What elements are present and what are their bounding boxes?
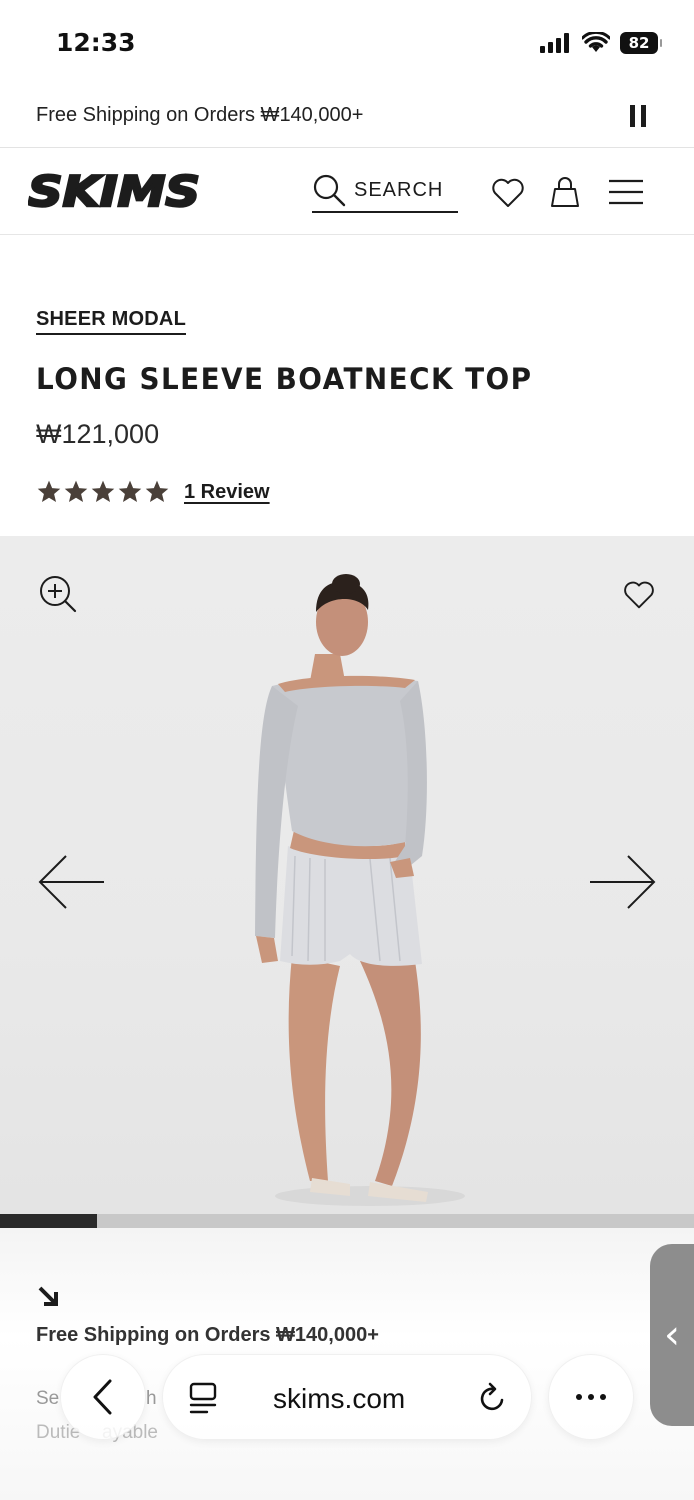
shipping-title: Free Shipping on Orders ₩140,000+ — [36, 1324, 379, 1346]
battery-icon: 82 — [620, 32, 662, 54]
signal-icon — [540, 33, 569, 53]
wifi-icon — [582, 32, 610, 52]
address-bar[interactable]: skims.com — [162, 1354, 532, 1440]
zoom-in-icon[interactable] — [38, 574, 78, 614]
tabs-icon[interactable] — [187, 1381, 219, 1415]
search-label: SEARCH — [354, 178, 444, 201]
star-icon — [64, 480, 88, 502]
arrow-right-icon[interactable] — [588, 852, 658, 912]
pause-icon[interactable] — [630, 105, 650, 129]
status-icons: 82 — [540, 32, 662, 54]
reload-icon[interactable] — [477, 1381, 509, 1415]
collection-link[interactable]: SHEER MODAL — [36, 308, 186, 335]
star-icon — [91, 480, 115, 502]
promo-text: Free Shipping on Orders ₩140,000+ — [36, 104, 364, 126]
status-bar: 12:33 82 — [0, 0, 694, 88]
star-icon — [145, 480, 169, 502]
reviews-link[interactable]: 1 Review — [184, 481, 270, 504]
product-title: LONG SLEEVE BOATNECK TOP — [36, 362, 533, 396]
favorite-heart-icon[interactable] — [622, 578, 656, 612]
browser-toolbar: skims.com — [0, 1352, 694, 1442]
search-icon — [313, 174, 346, 207]
brand-logo-text: SKIMS — [28, 169, 200, 213]
rating-row: 1 Review — [36, 479, 270, 505]
product-image-gallery[interactable] — [0, 536, 694, 1214]
bag-icon[interactable] — [547, 175, 583, 211]
more-options-button[interactable] — [548, 1354, 634, 1440]
product-model-image — [255, 574, 465, 1206]
product-price: ₩121,000 — [36, 419, 160, 449]
star-icon — [37, 480, 61, 502]
skims-logo[interactable]: SKIMS — [28, 169, 204, 213]
url-text: skims.com — [273, 1383, 406, 1414]
site-header: SKIMS SEARCH — [0, 149, 694, 235]
star-icon — [118, 480, 142, 502]
search-button[interactable]: SEARCH — [312, 169, 458, 213]
diagonal-arrow-icon — [38, 1286, 58, 1306]
arrow-left-icon[interactable] — [36, 852, 106, 912]
star-rating — [36, 479, 170, 505]
browser-back-button[interactable] — [60, 1354, 146, 1440]
more-icon — [576, 1394, 606, 1400]
chevron-left-icon — [93, 1379, 112, 1415]
gallery-progress-fill — [0, 1214, 98, 1228]
promo-banner: Free Shipping on Orders ₩140,000+ — [0, 88, 694, 148]
menu-icon[interactable] — [606, 175, 646, 211]
status-time: 12:33 — [56, 28, 136, 57]
gallery-progress-bar — [0, 1214, 694, 1228]
heart-icon[interactable] — [490, 175, 526, 211]
